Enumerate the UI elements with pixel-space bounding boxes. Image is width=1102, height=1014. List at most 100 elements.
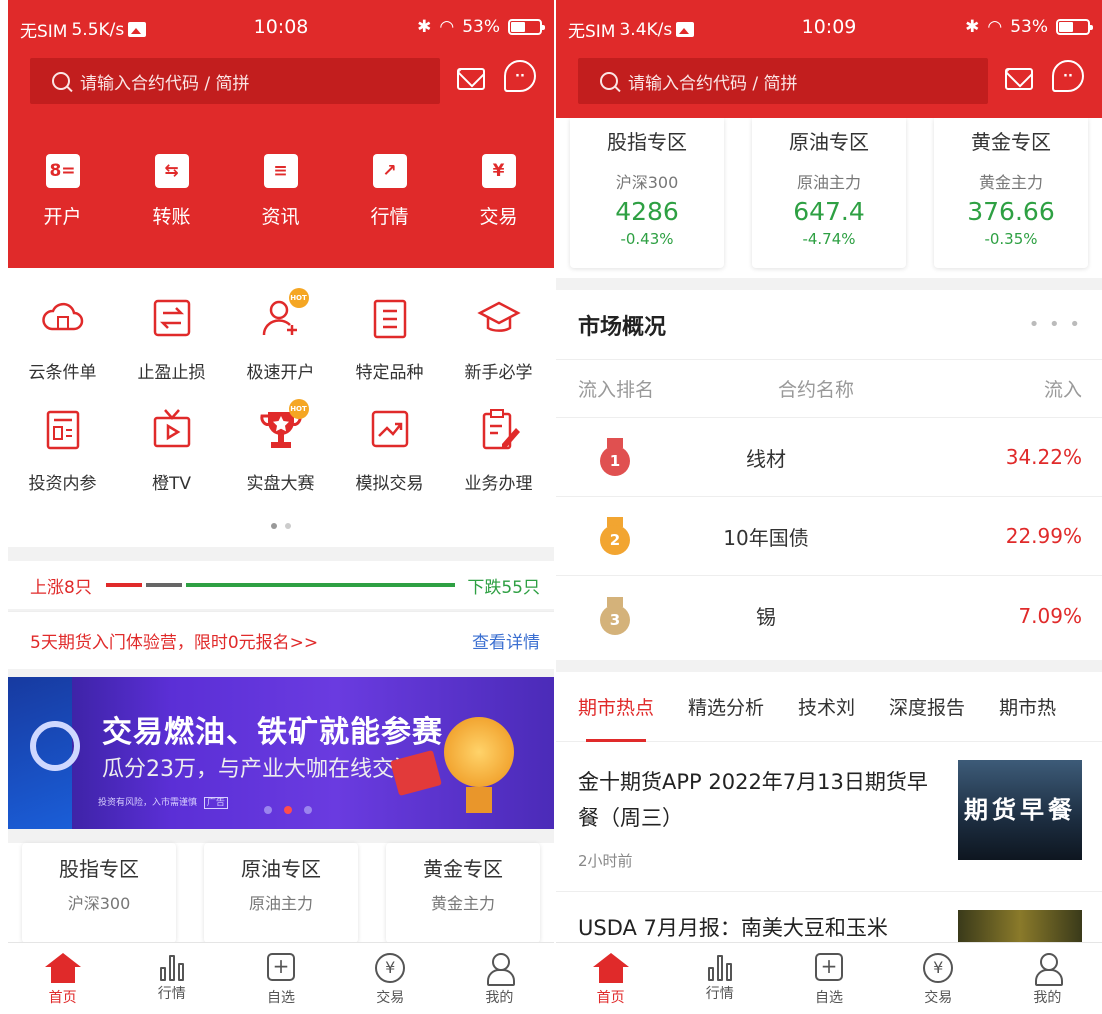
nav-trade[interactable]: ¥ 交易	[336, 943, 445, 1014]
bar-chart-icon	[704, 953, 736, 981]
document-icon: ≡	[263, 154, 298, 188]
mail-icon[interactable]	[1005, 68, 1033, 90]
zone-cards: 股指专区 沪深300 原油专区 原油主力 黄金专区 黄金主力	[8, 843, 554, 953]
zone-card-gold[interactable]: 黄金专区 黄金主力 376.66 -0.35%	[934, 118, 1088, 268]
simulated-trading-icon	[366, 405, 414, 453]
customer-service-icon[interactable]: ··	[1052, 60, 1084, 92]
nav-watchlist[interactable]: + 自选	[774, 943, 883, 1014]
battery-icon	[508, 19, 545, 35]
quick-action-open-account[interactable]: 8= 开户	[8, 154, 117, 268]
yen-circle-icon: ¥	[923, 953, 954, 983]
zone-name: 黄金专区	[971, 130, 1051, 154]
promo-banner[interactable]: 交易燃油、铁矿就能参赛 瓜分23万，与产业大咖在线交流 投资有风险，入市需谨慎 …	[8, 677, 554, 829]
nav-trade[interactable]: ¥ 交易	[884, 943, 993, 1014]
zone-price: 376.66	[967, 197, 1055, 226]
nav-market[interactable]: 行情	[665, 943, 774, 1014]
service-label: 特定品种	[355, 363, 424, 383]
table-row[interactable]: 3 锡 7.09%	[556, 576, 1102, 655]
bar-chart-icon	[156, 953, 188, 981]
service-label: 新手必学	[464, 363, 533, 383]
zone-card-gold[interactable]: 黄金专区 黄金主力	[386, 843, 540, 943]
view-details-link[interactable]: 查看详情	[472, 628, 540, 653]
banner-pager	[258, 799, 318, 818]
search-input[interactable]: 请输入合约代码 / 简拼	[578, 58, 988, 104]
home-icon	[592, 953, 629, 985]
news-item[interactable]: 金十期货APP 2022年7月13日期货早餐（周三） 2小时前 期货早餐	[556, 742, 1102, 892]
tab-market-hotspot[interactable]: 期市热点	[578, 693, 654, 742]
hot-badge: HOT	[288, 288, 309, 308]
zone-card-index[interactable]: 股指专区 沪深300 4286 -0.43%	[570, 118, 724, 268]
zone-card-crude-oil[interactable]: 原油专区 原油主力 647.4 -4.74%	[752, 118, 906, 268]
inflow-percent: 22.99%	[1005, 524, 1082, 548]
nav-home[interactable]: 首页	[8, 943, 117, 1014]
hot-badge: HOT	[288, 399, 309, 419]
service-label: 实盘大赛	[246, 474, 315, 494]
trend-chart-icon: ↗	[372, 154, 407, 188]
nav-profile[interactable]: 我的	[993, 943, 1102, 1014]
promo-text[interactable]: 5天期货入门体验营，限时0元报名>>	[30, 628, 318, 653]
nav-market[interactable]: 行情	[117, 943, 226, 1014]
service-newbie-guide[interactable]: 新手必学	[444, 294, 553, 383]
nav-label: 行情	[705, 986, 734, 1002]
quick-action-transfer[interactable]: ⇆ 转账	[117, 154, 226, 268]
nav-home[interactable]: 首页	[556, 943, 665, 1014]
business-handling-icon	[475, 405, 523, 453]
contract-name: 线材	[746, 446, 786, 471]
customer-service-icon[interactable]: ··	[504, 60, 536, 92]
tab-technical[interactable]: 技术刘	[798, 693, 855, 720]
banner-title: 交易燃油、铁矿就能参赛	[102, 715, 443, 750]
battery-percent: 53%	[462, 17, 500, 37]
bottom-nav: 首页 行情 + 自选 ¥ 交易 我的	[556, 942, 1102, 1014]
news-tabs: 期市热点 精选分析 技术刘 深度报告 期市热	[556, 672, 1102, 742]
table-row[interactable]: 2 10年国债 22.99%	[556, 497, 1102, 576]
inflow-percent: 34.22%	[1005, 445, 1082, 469]
rise-fall-bar	[105, 583, 456, 587]
col-rank: 流入排名	[578, 379, 655, 401]
quick-action-label: 开户	[43, 206, 82, 228]
search-placeholder: 请输入合约代码 / 简拼	[628, 73, 798, 94]
silver-medal-icon: 2	[600, 517, 630, 555]
zone-card-crude-oil[interactable]: 原油专区 原油主力	[204, 843, 358, 943]
table-row[interactable]: 1 线材 34.22%	[556, 418, 1102, 497]
service-fast-account[interactable]: HOT 极速开户	[226, 288, 335, 383]
trophy-icon	[444, 717, 514, 813]
search-input[interactable]: 请输入合约代码 / 简拼	[30, 58, 440, 104]
tab-deep-report[interactable]: 深度报告	[889, 693, 965, 720]
battery-icon	[1056, 19, 1093, 35]
service-stop-profit-loss[interactable]: 止盈止损	[117, 294, 226, 383]
nav-label: 交易	[376, 990, 405, 1006]
service-live-contest[interactable]: HOT 实盘大赛	[226, 399, 335, 494]
more-icon[interactable]: • • •	[1029, 314, 1082, 335]
market-overview: 市场概况 • • • 流入排名 合约名称 流入 1 线材 34.22% 2 10…	[556, 290, 1102, 660]
nav-watchlist[interactable]: + 自选	[226, 943, 335, 1014]
service-business-handling[interactable]: 业务办理	[444, 405, 553, 494]
inflow-percent: 7.09%	[1018, 603, 1082, 628]
zone-card-index[interactable]: 股指专区 沪深300	[22, 843, 176, 943]
plus-box-icon: +	[815, 953, 843, 981]
service-special-variety[interactable]: 特定品种	[335, 294, 444, 383]
quick-action-trade[interactable]: ¥ 交易	[444, 154, 553, 268]
service-cloud-order[interactable]: 云条件单	[8, 294, 117, 383]
nav-label: 自选	[267, 990, 295, 1006]
rise-fall-ratio[interactable]: 上涨8只 下跌55只	[8, 561, 554, 609]
nav-profile[interactable]: 我的	[445, 943, 554, 1014]
service-investment-reference[interactable]: 投资内参	[8, 405, 117, 494]
service-label: 模拟交易	[355, 474, 424, 494]
service-pager	[8, 514, 554, 533]
service-orange-tv[interactable]: 橙TV	[117, 405, 226, 494]
zone-contract: 沪深300	[615, 173, 679, 192]
header: 请输入合约代码 / 简拼 ··	[8, 50, 554, 118]
market-table-header: 流入排名 合约名称 流入	[556, 360, 1102, 418]
mail-icon[interactable]	[457, 68, 485, 90]
plus-box-icon: +	[267, 953, 295, 981]
service-simulated-trading[interactable]: 模拟交易	[335, 405, 444, 494]
user-icon	[1032, 953, 1064, 986]
special-variety-icon	[366, 294, 414, 342]
tab-market-hot-more[interactable]: 期市热	[999, 693, 1056, 720]
zone-contract: 原油主力	[248, 894, 313, 913]
quick-action-label: 资讯	[261, 206, 300, 228]
battery-percent: 53%	[1010, 17, 1048, 37]
quick-action-market[interactable]: ↗ 行情	[335, 154, 444, 268]
quick-action-news[interactable]: ≡ 资讯	[226, 154, 335, 268]
tab-selected-analysis[interactable]: 精选分析	[688, 693, 764, 720]
